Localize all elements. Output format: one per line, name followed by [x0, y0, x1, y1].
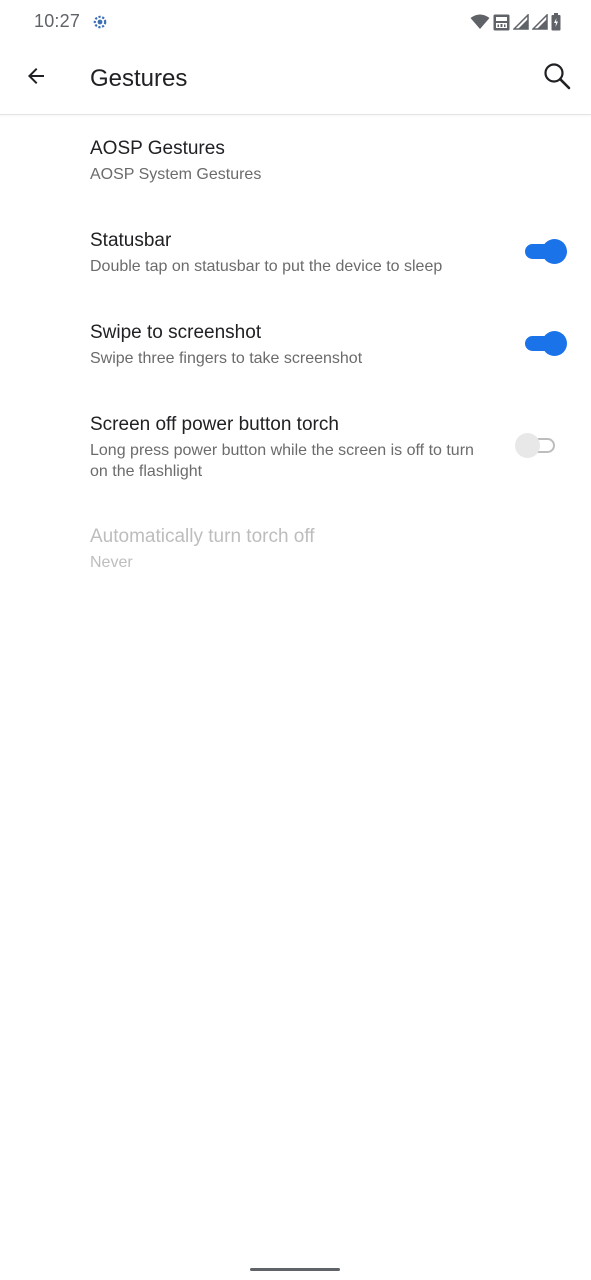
pref-summary: AOSP System Gestures	[90, 166, 262, 183]
pref-title: Statusbar	[90, 230, 172, 251]
pref-summary: Double tap on statusbar to put the devic…	[90, 258, 443, 275]
switch-thumb	[542, 239, 567, 264]
pref-title: AOSP Gestures	[90, 138, 225, 159]
pref-summary: Never	[90, 554, 133, 571]
status-time: 10:27	[34, 11, 81, 31]
pref-swipe-to-screenshot[interactable]: Swipe to screenshot Swipe three fingers …	[0, 302, 591, 392]
wifi-icon	[470, 14, 490, 30]
statusbar-toggle[interactable]	[523, 238, 567, 264]
volte-lte-icon	[493, 14, 510, 31]
pref-summary: Swipe three fingers to take screenshot	[90, 350, 363, 367]
battery-icon	[551, 13, 561, 31]
gesture-nav-handle[interactable]	[250, 1268, 340, 1271]
app-bar: Gestures	[0, 46, 591, 115]
back-button[interactable]	[14, 56, 58, 100]
pref-title: Automatically turn torch off	[90, 526, 315, 547]
status-icons	[470, 12, 561, 32]
switch-thumb	[515, 433, 540, 458]
switch-thumb	[542, 331, 567, 356]
pref-title: Screen off power button torch	[90, 414, 339, 435]
signal-icon	[532, 14, 548, 30]
arrow-back-icon	[24, 64, 48, 93]
search-icon	[542, 61, 572, 96]
signal-icon	[513, 14, 529, 30]
pref-aosp-gestures[interactable]: AOSP Gestures AOSP System Gestures	[0, 118, 591, 206]
pref-power-button-torch[interactable]: Screen off power button torch Long press…	[0, 394, 591, 500]
status-bar: 10:27	[0, 0, 591, 46]
power-torch-toggle[interactable]	[515, 432, 559, 458]
pref-summary: Long press power button while the screen…	[90, 442, 474, 480]
page-title: Gestures	[90, 65, 188, 92]
gear-notification-icon	[92, 14, 108, 30]
pref-statusbar[interactable]: Statusbar Double tap on statusbar to put…	[0, 210, 591, 300]
pref-title: Swipe to screenshot	[90, 322, 262, 343]
pref-auto-torch-off: Automatically turn torch off Never	[0, 506, 591, 594]
search-button[interactable]	[535, 56, 579, 100]
swipe-screenshot-toggle[interactable]	[523, 330, 567, 356]
